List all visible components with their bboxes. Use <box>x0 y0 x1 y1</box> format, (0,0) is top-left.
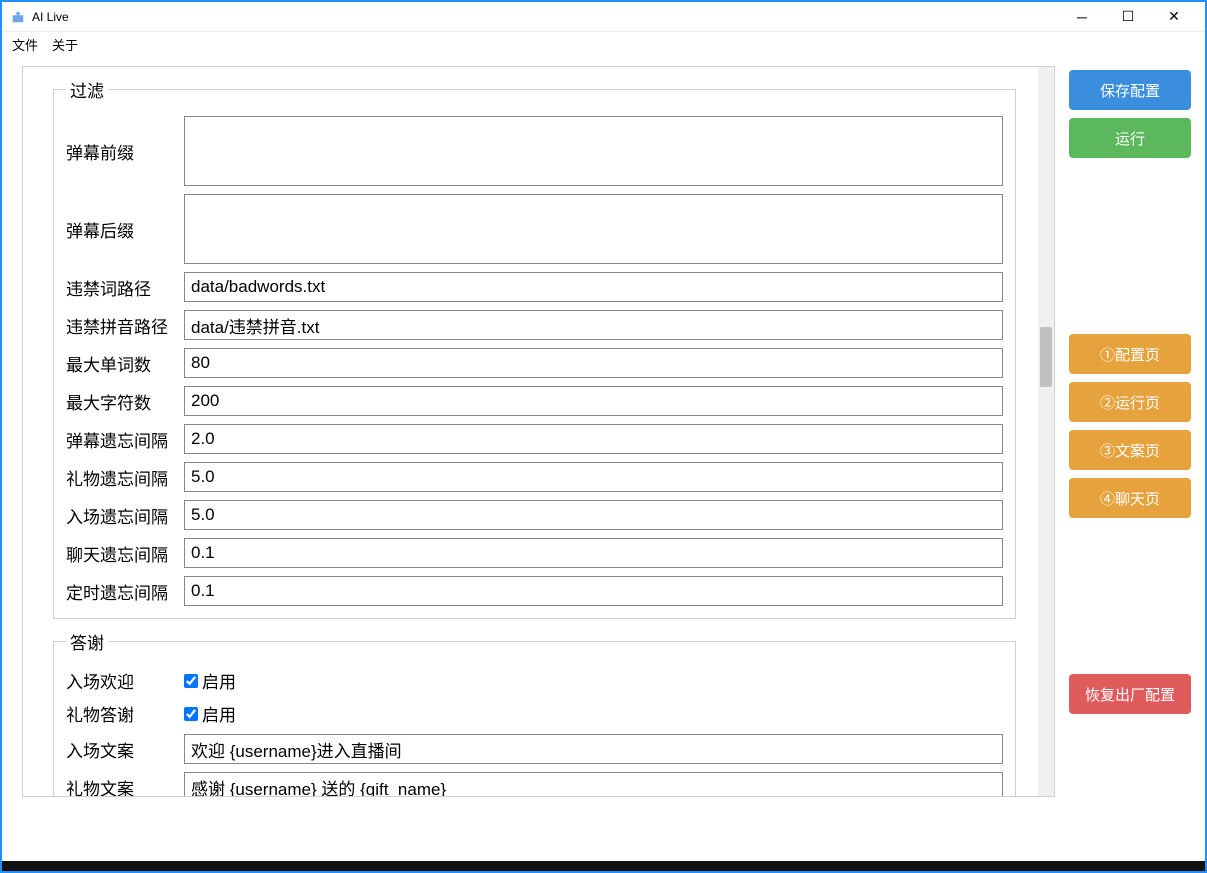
checkbox-gift-thanks-label: 启用 <box>202 701 236 726</box>
label-pinyin-path: 违禁拼音路径 <box>66 313 184 338</box>
nav-run-page-button[interactable]: ②运行页 <box>1069 382 1191 422</box>
window-controls: ─ ☐ ✕ <box>1059 2 1197 32</box>
input-forget-danmu[interactable] <box>184 424 1003 454</box>
row-max-chars: 最大字符数 <box>66 386 1003 416</box>
nav-config-page-button[interactable]: ①配置页 <box>1069 334 1191 374</box>
input-danmu-prefix[interactable] <box>184 116 1003 186</box>
label-gift-thanks: 礼物答谢 <box>66 701 184 726</box>
thanks-legend: 答谢 <box>66 629 108 654</box>
minimize-button[interactable]: ─ <box>1059 2 1105 32</box>
row-enter-text: 入场文案 <box>66 734 1003 764</box>
row-max-words: 最大单词数 <box>66 348 1003 378</box>
nav-copy-page-button[interactable]: ③文案页 <box>1069 430 1191 470</box>
filter-section: 过滤 弹幕前缀 弹幕后缀 违禁词路径 违禁拼音路径 <box>53 77 1016 619</box>
main-scroll-area: 过滤 弹幕前缀 弹幕后缀 违禁词路径 违禁拼音路径 <box>22 66 1055 797</box>
input-forget-enter[interactable] <box>184 500 1003 530</box>
checkbox-gift-thanks-wrap[interactable]: 启用 <box>184 701 236 726</box>
thanks-section: 答谢 入场欢迎 启用 礼物答谢 启用 入场文案 <box>53 629 1016 796</box>
maximize-button[interactable]: ☐ <box>1105 2 1151 32</box>
titlebar: AI Live ─ ☐ ✕ <box>2 2 1205 32</box>
menu-file[interactable]: 文件 <box>12 35 38 54</box>
row-danmu-prefix: 弹幕前缀 <box>66 116 1003 186</box>
label-enter-text: 入场文案 <box>66 737 184 762</box>
row-pinyin-path: 违禁拼音路径 <box>66 310 1003 340</box>
label-enter-welcome: 入场欢迎 <box>66 668 184 693</box>
label-forget-timer: 定时遗忘间隔 <box>66 579 184 604</box>
input-pinyin-path[interactable] <box>184 310 1003 340</box>
factory-reset-button[interactable]: 恢复出厂配置 <box>1069 674 1191 714</box>
checkbox-enter-welcome-label: 启用 <box>202 668 236 693</box>
row-forget-chat: 聊天遗忘间隔 <box>66 538 1003 568</box>
os-taskbar <box>2 861 1205 871</box>
content-wrapper: 过滤 弹幕前缀 弹幕后缀 违禁词路径 违禁拼音路径 <box>2 56 1205 807</box>
label-forget-enter: 入场遗忘间隔 <box>66 503 184 528</box>
checkbox-gift-thanks[interactable] <box>184 707 198 721</box>
nav-chat-page-button[interactable]: ④聊天页 <box>1069 478 1191 518</box>
input-enter-text[interactable] <box>184 734 1003 764</box>
input-max-words[interactable] <box>184 348 1003 378</box>
menu-about[interactable]: 关于 <box>52 35 78 54</box>
app-icon <box>10 9 26 25</box>
label-forget-chat: 聊天遗忘间隔 <box>66 541 184 566</box>
row-badwords-path: 违禁词路径 <box>66 272 1003 302</box>
label-badwords-path: 违禁词路径 <box>66 275 184 300</box>
row-forget-gift: 礼物遗忘间隔 <box>66 462 1003 492</box>
input-danmu-suffix[interactable] <box>184 194 1003 264</box>
label-max-words: 最大单词数 <box>66 351 184 376</box>
scrollbar-track[interactable] <box>1038 67 1054 796</box>
label-max-chars: 最大字符数 <box>66 389 184 414</box>
row-forget-danmu: 弹幕遗忘间隔 <box>66 424 1003 454</box>
row-forget-timer: 定时遗忘间隔 <box>66 576 1003 606</box>
input-max-chars[interactable] <box>184 386 1003 416</box>
checkbox-enter-welcome[interactable] <box>184 674 198 688</box>
scrollbar-thumb[interactable] <box>1040 327 1052 387</box>
close-button[interactable]: ✕ <box>1151 2 1197 32</box>
filter-legend: 过滤 <box>66 77 108 102</box>
label-forget-gift: 礼物遗忘间隔 <box>66 465 184 490</box>
row-danmu-suffix: 弹幕后缀 <box>66 194 1003 264</box>
label-danmu-prefix: 弹幕前缀 <box>66 139 184 164</box>
save-config-button[interactable]: 保存配置 <box>1069 70 1191 110</box>
label-gift-text: 礼物文案 <box>66 775 184 797</box>
run-button[interactable]: 运行 <box>1069 118 1191 158</box>
input-badwords-path[interactable] <box>184 272 1003 302</box>
row-forget-enter: 入场遗忘间隔 <box>66 500 1003 530</box>
row-gift-text: 礼物文案 <box>66 772 1003 796</box>
menubar: 文件 关于 <box>2 32 1205 56</box>
label-forget-danmu: 弹幕遗忘间隔 <box>66 427 184 452</box>
main-content: 过滤 弹幕前缀 弹幕后缀 违禁词路径 违禁拼音路径 <box>23 67 1054 796</box>
checkbox-enter-welcome-wrap[interactable]: 启用 <box>184 668 236 693</box>
label-danmu-suffix: 弹幕后缀 <box>66 217 184 242</box>
input-forget-timer[interactable] <box>184 576 1003 606</box>
window-title: AI Live <box>32 10 69 24</box>
input-forget-gift[interactable] <box>184 462 1003 492</box>
input-gift-text[interactable] <box>184 772 1003 796</box>
input-forget-chat[interactable] <box>184 538 1003 568</box>
row-enter-welcome: 入场欢迎 启用 <box>66 668 1003 693</box>
row-gift-thanks: 礼物答谢 启用 <box>66 701 1003 726</box>
side-panel: 保存配置 运行 ①配置页 ②运行页 ③文案页 ④聊天页 恢复出厂配置 <box>1055 56 1205 807</box>
